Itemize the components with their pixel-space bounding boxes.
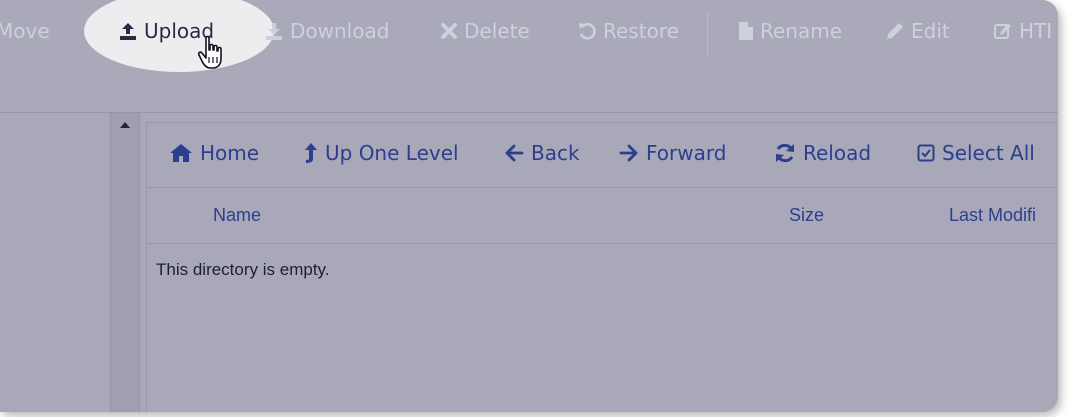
download-button[interactable]: Download: [264, 16, 389, 46]
folder-tree-sidebar: [0, 113, 110, 412]
upload-icon: [120, 23, 136, 40]
column-header-size[interactable]: Size: [789, 205, 824, 226]
home-label: Home: [200, 141, 260, 165]
rename-button[interactable]: Rename: [738, 16, 842, 46]
refresh-icon: [776, 143, 794, 163]
scroll-up-arrow-icon[interactable]: [120, 122, 130, 128]
reload-button[interactable]: Reload: [774, 139, 871, 167]
select-all-label: Select All: [942, 141, 1035, 165]
restore-button[interactable]: Restore: [577, 16, 679, 46]
rename-label: Rename: [760, 19, 843, 43]
file-table-header: Name Size Last Modifi: [147, 188, 1058, 244]
level-up-icon: [305, 143, 317, 163]
download-label: Download: [290, 19, 390, 43]
edit-button[interactable]: Edit: [885, 16, 950, 46]
file-icon: [739, 22, 753, 40]
move-button[interactable]: Move: [0, 16, 50, 46]
edit-square-icon: [994, 23, 1011, 39]
restore-label: Restore: [603, 19, 679, 43]
file-list-panel: Home Up One Level Back Forward Reload Se…: [146, 122, 1058, 412]
arrow-right-icon: [619, 144, 638, 162]
up-one-level-button[interactable]: Up One Level: [304, 139, 459, 167]
empty-directory-message: This directory is empty.: [156, 260, 330, 279]
column-header-last-modified[interactable]: Last Modifi: [949, 205, 1036, 226]
edit-label: Edit: [911, 19, 950, 43]
html-editor-label: HTI: [1019, 19, 1053, 43]
html-editor-button[interactable]: HTI: [993, 16, 1052, 46]
select-all-button[interactable]: Select All: [917, 139, 1035, 167]
undo-icon: [579, 23, 596, 40]
checkbox-icon: [917, 144, 935, 162]
up-one-level-label: Up One Level: [325, 141, 459, 165]
sidebar-scrollbar[interactable]: [110, 113, 140, 412]
navigation-bar: Home Up One Level Back Forward Reload Se…: [147, 123, 1058, 188]
x-icon: [441, 23, 457, 39]
arrow-left-icon: [505, 144, 524, 162]
forward-label: Forward: [646, 141, 727, 165]
column-header-name[interactable]: Name: [213, 205, 261, 226]
move-label: Move: [0, 19, 50, 43]
top-toolbar: Move Upload Download Delete Restore Rena…: [0, 0, 1058, 113]
delete-label: Delete: [464, 19, 530, 43]
home-icon: [170, 144, 192, 162]
pencil-icon: [887, 23, 903, 39]
hand-pointer-icon: [197, 35, 222, 69]
back-button[interactable]: Back: [504, 139, 580, 167]
delete-button[interactable]: Delete: [440, 16, 530, 46]
home-button[interactable]: Home: [169, 139, 259, 167]
download-icon: [266, 23, 282, 40]
toolbar-divider: [707, 12, 708, 56]
reload-label: Reload: [803, 141, 872, 165]
back-label: Back: [531, 141, 580, 165]
forward-button[interactable]: Forward: [619, 139, 726, 167]
file-manager-window: Move Upload Download Delete Restore Rena…: [0, 0, 1058, 412]
